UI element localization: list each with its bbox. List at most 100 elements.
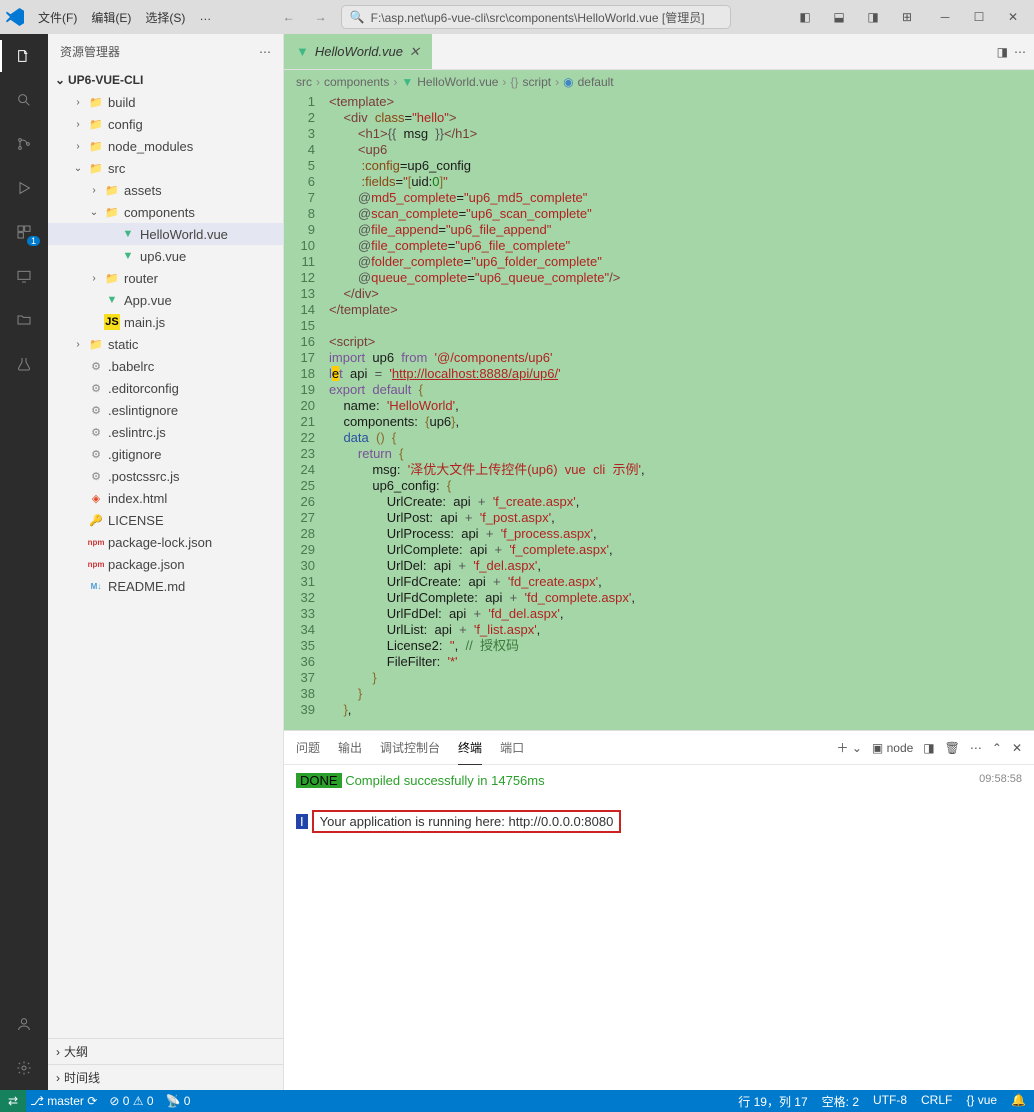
crumb-default[interactable]: default [578, 75, 614, 89]
status-branch[interactable]: ⎇ master ⟳ [30, 1094, 97, 1108]
terminal-split-icon[interactable]: ◨ [923, 741, 934, 755]
remote-indicator[interactable]: ⇄ [0, 1090, 26, 1112]
nav-back-icon[interactable]: ← [277, 5, 301, 29]
command-center[interactable]: 🔍 F:\asp.net\up6-vue-cli\src\components\… [341, 5, 731, 29]
panel-tab-output[interactable]: 输出 [338, 731, 362, 764]
tree-item[interactable]: ›📁router [48, 267, 283, 289]
project-name: UP6-VUE-CLI [68, 73, 143, 87]
menu-edit[interactable]: 编辑(E) [85, 5, 137, 30]
status-encoding[interactable]: UTF-8 [873, 1093, 907, 1110]
status-eol[interactable]: CRLF [921, 1093, 952, 1110]
tree-item[interactable]: ⚙.gitignore [48, 443, 283, 465]
activity-settings-icon[interactable] [12, 1056, 36, 1080]
panel-tab-debug[interactable]: 调试控制台 [380, 731, 440, 764]
code-editor[interactable]: 1234567891011121314151617181920212223242… [284, 94, 1034, 730]
tree-item[interactable]: ⚙.editorconfig [48, 377, 283, 399]
tree-item[interactable]: ◈index.html [48, 487, 283, 509]
tree-item[interactable]: ⚙.postcssrc.js [48, 465, 283, 487]
bottom-panel: 问题 输出 调试控制台 终端 端口 ＋ ⌄ ▣ node ◨ 🗑 ⋯ ⌃ ✕ 0… [284, 730, 1034, 1090]
crumb-file[interactable]: HelloWorld.vue [417, 75, 498, 89]
project-root[interactable]: ⌄ UP6-VUE-CLI [48, 69, 283, 91]
tree-item[interactable]: npmpackage-lock.json [48, 531, 283, 553]
activity-account-icon[interactable] [12, 1012, 36, 1036]
tree-item[interactable]: ⚙.babelrc [48, 355, 283, 377]
tab-helloworld[interactable]: ▼ HelloWorld.vue ✕ [284, 34, 432, 69]
layout-left-icon[interactable]: ◧ [790, 5, 820, 29]
tree-item[interactable]: ⌄📁src [48, 157, 283, 179]
terminal-profile[interactable]: ▣ node [872, 741, 913, 755]
terminal-new-icon[interactable]: ＋ ⌄ [837, 739, 862, 756]
extensions-badge: 1 [27, 236, 40, 246]
layout-bottom-icon[interactable]: ⬓ [824, 5, 854, 29]
tree-item[interactable]: ▼HelloWorld.vue [48, 223, 283, 245]
status-problems[interactable]: ⊘ 0 ⚠ 0 [109, 1094, 153, 1108]
file-tree: ›📁build›📁config›📁node_modules⌄📁src›📁asse… [48, 91, 283, 1038]
layout-grid-icon[interactable]: ⊞ [892, 5, 922, 29]
panel-close-icon[interactable]: ✕ [1012, 741, 1022, 755]
activity-testing-icon[interactable] [12, 352, 36, 376]
timeline-section[interactable]: ›时间线 [48, 1064, 283, 1090]
activity-debug-icon[interactable] [12, 176, 36, 200]
outline-section[interactable]: ›大纲 [48, 1038, 283, 1064]
tree-item[interactable]: ⚙.eslintignore [48, 399, 283, 421]
activity-folder-icon[interactable] [12, 308, 36, 332]
panel-tab-problems[interactable]: 问题 [296, 731, 320, 764]
activity-source-control-icon[interactable] [12, 132, 36, 156]
tree-item[interactable]: npmpackage.json [48, 553, 283, 575]
tree-item[interactable]: JSmain.js [48, 311, 283, 333]
tree-item[interactable]: ›📁build [48, 91, 283, 113]
tree-item[interactable]: 🔑LICENSE [48, 509, 283, 531]
activity-search-icon[interactable] [12, 88, 36, 112]
tab-label: HelloWorld.vue [315, 44, 403, 59]
sidebar-title: 资源管理器 [60, 43, 120, 60]
status-language[interactable]: {} vue [966, 1093, 997, 1110]
menu-select[interactable]: 选择(S) [139, 5, 191, 30]
layout-right-icon[interactable]: ◨ [858, 5, 888, 29]
nav-forward-icon[interactable]: → [309, 5, 333, 29]
activity-remote-icon[interactable] [12, 264, 36, 288]
chevron-down-icon: ⌄ [52, 73, 68, 87]
tree-item[interactable]: ⌄📁components [48, 201, 283, 223]
close-icon[interactable]: ✕ [998, 5, 1028, 29]
crumb-src[interactable]: src [296, 75, 312, 89]
explorer-sidebar: 资源管理器 ⋯ ⌄ UP6-VUE-CLI ›📁build›📁config›📁n… [48, 34, 284, 1090]
menu-more[interactable]: … [193, 5, 217, 30]
split-editor-icon[interactable]: ◨ [997, 45, 1008, 59]
activity-extensions-icon[interactable]: 1 [12, 220, 36, 244]
tree-item[interactable]: M↓README.md [48, 575, 283, 597]
crumb-script[interactable]: script [522, 75, 551, 89]
menu-file[interactable]: 文件(F) [32, 5, 83, 30]
terminal-more-icon[interactable]: ⋯ [970, 741, 982, 755]
tab-more-icon[interactable]: ⋯ [1014, 45, 1026, 59]
panel-tab-terminal[interactable]: 终端 [458, 731, 482, 765]
main-menu: 文件(F) 编辑(E) 选择(S) … [32, 5, 217, 30]
terminal-chevron-up-icon[interactable]: ⌃ [992, 741, 1002, 755]
tree-item[interactable]: ›📁node_modules [48, 135, 283, 157]
tree-item[interactable]: ›📁static [48, 333, 283, 355]
activity-bar: 1 [0, 34, 48, 1090]
code-content[interactable]: <template> <div class="hello"> <h1>{{ ms… [329, 94, 1034, 730]
crumb-components[interactable]: components [324, 75, 389, 89]
compiled-message: Compiled successfully in 14756ms [345, 773, 544, 788]
titlebar: 文件(F) 编辑(E) 选择(S) … ← → 🔍 F:\asp.net\up6… [0, 0, 1034, 34]
activity-explorer-icon[interactable] [12, 44, 36, 68]
panel-tabs: 问题 输出 调试控制台 终端 端口 ＋ ⌄ ▣ node ◨ 🗑 ⋯ ⌃ ✕ [284, 731, 1034, 765]
tab-close-icon[interactable]: ✕ [409, 44, 420, 60]
tree-item[interactable]: ▼App.vue [48, 289, 283, 311]
tree-item[interactable]: ›📁config [48, 113, 283, 135]
tree-item[interactable]: ⚙.eslintrc.js [48, 421, 283, 443]
terminal-trash-icon[interactable]: 🗑 [945, 741, 960, 755]
status-line-col[interactable]: 行 19，列 17 [738, 1093, 807, 1110]
maximize-icon[interactable]: ☐ [964, 5, 994, 29]
status-spaces[interactable]: 空格: 2 [822, 1093, 859, 1110]
panel-tab-ports[interactable]: 端口 [500, 731, 524, 764]
tree-item[interactable]: ▼up6.vue [48, 245, 283, 267]
status-ports[interactable]: 📡 0 [166, 1094, 191, 1108]
sidebar-more-icon[interactable]: ⋯ [259, 45, 271, 59]
terminal-content[interactable]: 09:58:58 DONE Compiled successfully in 1… [284, 765, 1034, 1090]
status-bell-icon[interactable]: 🔔 [1011, 1093, 1026, 1110]
tree-item[interactable]: ›📁assets [48, 179, 283, 201]
breadcrumb[interactable]: src› components› ▼HelloWorld.vue› {}scri… [284, 70, 1034, 94]
minimize-icon[interactable]: ─ [930, 5, 960, 29]
braces-icon: {} [510, 75, 518, 89]
